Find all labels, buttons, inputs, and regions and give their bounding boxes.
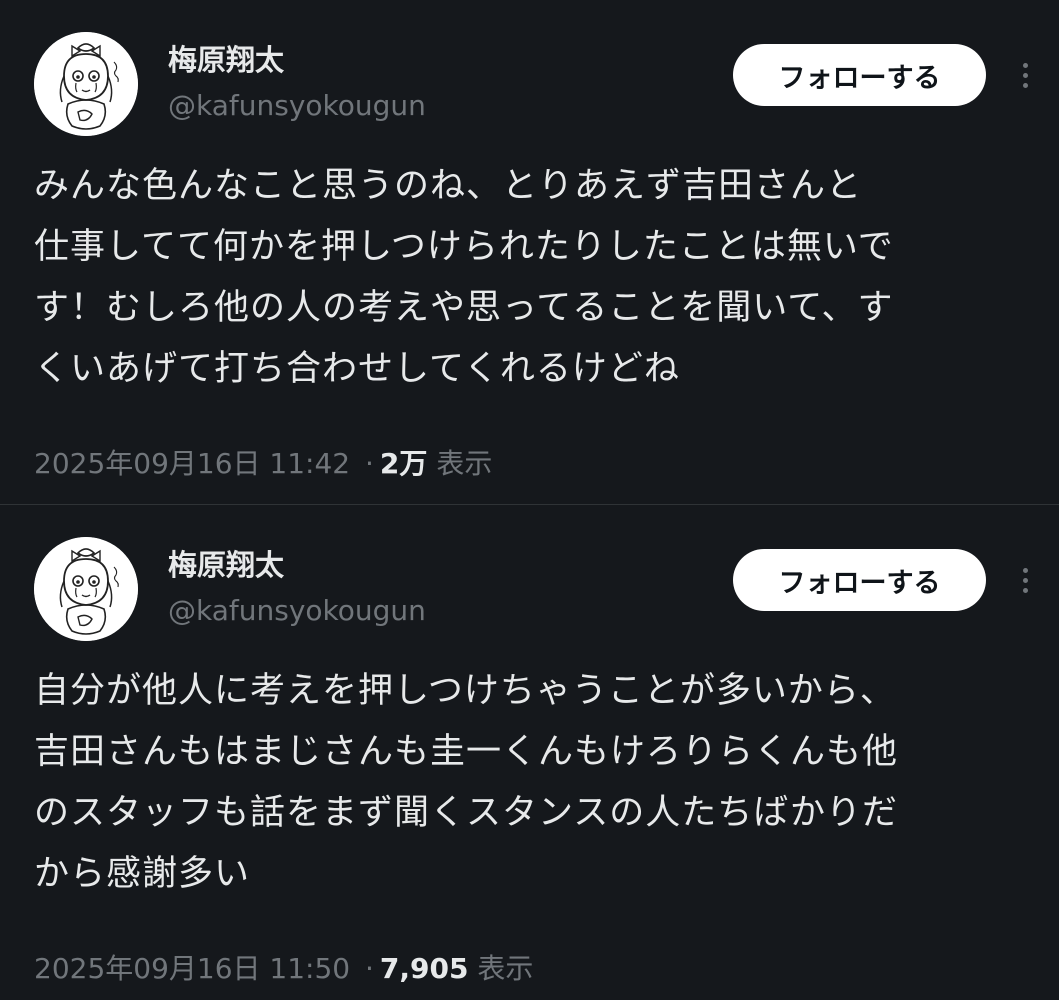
- tweet-text-line: から感謝多い: [34, 854, 251, 894]
- dot: [1022, 72, 1028, 78]
- dot: [1022, 587, 1028, 593]
- avatar[interactable]: [34, 32, 138, 136]
- more-options-icon[interactable]: [1010, 557, 1040, 603]
- dot: [1022, 577, 1028, 583]
- tweet[interactable]: 梅原翔太 @kafunsyokougun フォローする 自分が他人に考えを押しつ…: [0, 505, 1059, 1000]
- more-options-icon[interactable]: [1010, 52, 1040, 98]
- tweet-text: みんな色んなこと思うのね、とりあえず吉田さんと 仕事してて何かを押しつけられたり…: [34, 156, 1034, 400]
- tweet[interactable]: 梅原翔太 @kafunsyokougun フォローする みんな色んなこと思うのね…: [0, 0, 1059, 504]
- tweet-text: 自分が他人に考えを押しつけちゃうことが多いから、 吉田さんもはまじさんも圭一くん…: [34, 661, 1034, 905]
- dot: [1022, 567, 1028, 573]
- avatar[interactable]: [34, 537, 138, 641]
- avatar-drawing-icon: [34, 32, 138, 136]
- tweet-text-line: のスタッフも話をまず聞くスタンスの人たちばかりだ: [34, 793, 899, 833]
- tweet-meta: 2025年09月16日 11:50 · 7,905 表示: [34, 951, 533, 987]
- tweet-text-line: す！むしろ他の人の考えや思ってることを聞いて、す: [34, 288, 894, 328]
- tweet-text-line: みんな色んなこと思うのね、とりあえず吉田さんと: [34, 166, 863, 206]
- views-label: 表示: [477, 952, 534, 985]
- tweet-text-line: 自分が他人に考えを押しつけちゃうことが多いから、: [34, 671, 896, 711]
- follow-button[interactable]: フォローする: [733, 44, 986, 106]
- dot: [1022, 82, 1028, 88]
- display-name[interactable]: 梅原翔太: [168, 42, 284, 78]
- timestamp[interactable]: 2025年09月16日 11:50: [34, 952, 350, 985]
- user-handle[interactable]: @kafunsyokougun: [168, 88, 426, 124]
- tweet-text-line: 吉田さんもはまじさんも圭一くんもけろりらくんも他: [34, 732, 899, 772]
- tweet-text-line: 仕事してて何かを押しつけられたりしたことは無いで: [34, 227, 894, 267]
- views-label: 表示: [436, 447, 493, 480]
- meta-separator: ·: [365, 447, 374, 480]
- meta-separator: ·: [365, 952, 374, 985]
- timestamp[interactable]: 2025年09月16日 11:42: [34, 447, 350, 480]
- follow-button[interactable]: フォローする: [733, 549, 986, 611]
- display-name[interactable]: 梅原翔太: [168, 547, 284, 583]
- avatar-drawing-icon: [34, 537, 138, 641]
- user-handle[interactable]: @kafunsyokougun: [168, 593, 426, 629]
- tweet-meta: 2025年09月16日 11:42 · 2万 表示: [34, 446, 492, 482]
- views-count[interactable]: 7,905: [380, 952, 469, 985]
- views-count[interactable]: 2万: [380, 447, 427, 480]
- tweet-text-line: くいあげて打ち合わせしてくれるけどね: [34, 349, 680, 389]
- dot: [1022, 62, 1028, 68]
